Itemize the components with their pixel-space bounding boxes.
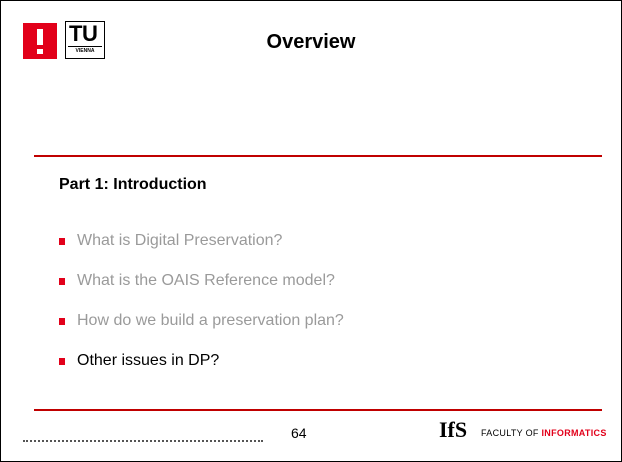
- ifs-logo: IfS: [439, 417, 468, 442]
- faculty-prefix: FACULTY OF: [481, 428, 539, 438]
- bullet-text: Other issues in DP?: [77, 352, 220, 369]
- bullet-square-icon: [59, 318, 65, 325]
- bullet-text: What is the OAIS Reference model?: [77, 272, 335, 289]
- bullet-text: How do we build a preservation plan?: [77, 312, 344, 329]
- bullet-item-preservation-plan: How do we build a preservation plan?: [59, 310, 344, 350]
- top-divider: [34, 155, 602, 157]
- slide: TU VIENNA Overview Part 1: Introduction …: [0, 0, 622, 462]
- bullet-text: What is Digital Preservation?: [77, 232, 283, 249]
- bullet-item-digital-preservation: What is Digital Preservation?: [59, 230, 344, 270]
- bullet-square-icon: [59, 278, 65, 285]
- bullet-square-icon: [59, 358, 65, 365]
- bullet-square-icon: [59, 238, 65, 245]
- footer-dotted-line: [23, 440, 263, 442]
- bullet-item-oais: What is the OAIS Reference model?: [59, 270, 344, 310]
- bottom-divider: [34, 409, 602, 411]
- bullet-item-other-issues: Other issues in DP?: [59, 350, 344, 390]
- faculty-highlight: INFORMATICS: [541, 428, 607, 438]
- bullet-list: What is Digital Preservation? What is th…: [59, 230, 344, 390]
- slide-title: Overview: [266, 31, 356, 53]
- page-number: 64: [291, 425, 307, 441]
- section-heading: Part 1: Introduction: [59, 176, 207, 193]
- faculty-logo-text: FACULTY OF INFORMATICS: [481, 428, 607, 438]
